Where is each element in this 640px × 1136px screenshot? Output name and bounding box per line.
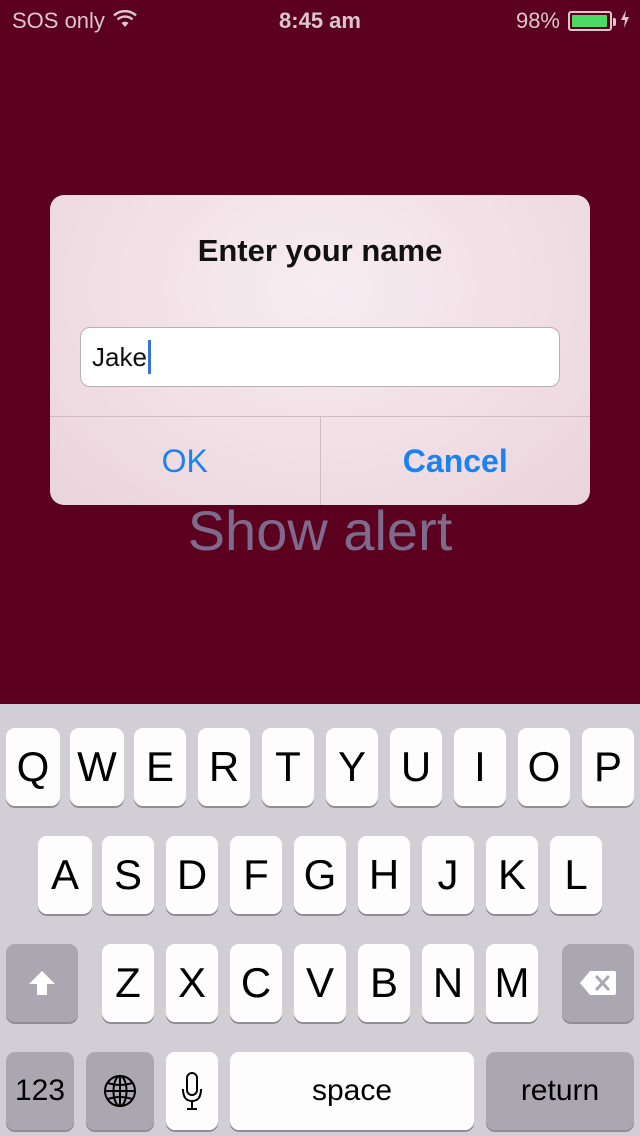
alert-dialog: Enter your name Jake OK Cancel (50, 195, 590, 505)
key-x[interactable]: X (166, 944, 218, 1022)
text-caret (147, 340, 151, 374)
battery-fill (572, 15, 608, 27)
key-r[interactable]: R (198, 728, 250, 806)
key-g[interactable]: G (294, 836, 346, 914)
delete-icon (579, 970, 617, 996)
key-p[interactable]: P (582, 728, 634, 806)
key-b[interactable]: B (358, 944, 410, 1022)
key-i[interactable]: I (454, 728, 506, 806)
delete-key[interactable] (562, 944, 634, 1022)
alert-title: Enter your name (197, 233, 443, 268)
charging-icon (620, 8, 630, 34)
key-z[interactable]: Z (102, 944, 154, 1022)
dictation-key[interactable] (166, 1052, 218, 1130)
shift-key[interactable] (6, 944, 78, 1022)
key-q[interactable]: Q (6, 728, 60, 806)
battery-icon (568, 11, 616, 31)
key-l[interactable]: L (550, 836, 602, 914)
key-w[interactable]: W (70, 728, 124, 806)
keyboard: Q W E R T Y U I O P A S D F G H J K L Z … (0, 704, 640, 1136)
status-bar: SOS only 8:45 am 98% (0, 0, 640, 40)
key-o[interactable]: O (518, 728, 570, 806)
space-key[interactable]: space (230, 1052, 474, 1130)
key-t[interactable]: T (262, 728, 314, 806)
cancel-button[interactable]: Cancel (319, 417, 591, 505)
key-f[interactable]: F (230, 836, 282, 914)
key-h[interactable]: H (358, 836, 410, 914)
key-u[interactable]: U (390, 728, 442, 806)
ok-button[interactable]: OK (50, 417, 320, 505)
globe-icon (103, 1074, 137, 1108)
numbers-key[interactable]: 123 (6, 1052, 74, 1130)
key-e[interactable]: E (134, 728, 186, 806)
show-alert-button[interactable]: Show alert (0, 496, 640, 566)
key-k[interactable]: K (486, 836, 538, 914)
key-j[interactable]: J (422, 836, 474, 914)
key-c[interactable]: C (230, 944, 282, 1022)
key-y[interactable]: Y (326, 728, 378, 806)
battery-percent: 98% (515, 8, 560, 33)
key-n[interactable]: N (422, 944, 474, 1022)
status-right: 98% (516, 8, 630, 34)
alert-buttons: OK Cancel (50, 416, 590, 505)
key-a[interactable]: A (38, 836, 92, 914)
name-input[interactable]: Jake (80, 327, 560, 387)
microphone-icon (180, 1071, 204, 1111)
key-s[interactable]: S (102, 836, 154, 914)
name-input-value: Jake (92, 341, 147, 372)
globe-key[interactable] (86, 1052, 154, 1130)
key-m[interactable]: M (486, 944, 538, 1022)
key-d[interactable]: D (166, 836, 218, 914)
key-v[interactable]: V (294, 944, 346, 1022)
shift-icon (28, 970, 56, 996)
return-key[interactable]: return (486, 1052, 634, 1130)
